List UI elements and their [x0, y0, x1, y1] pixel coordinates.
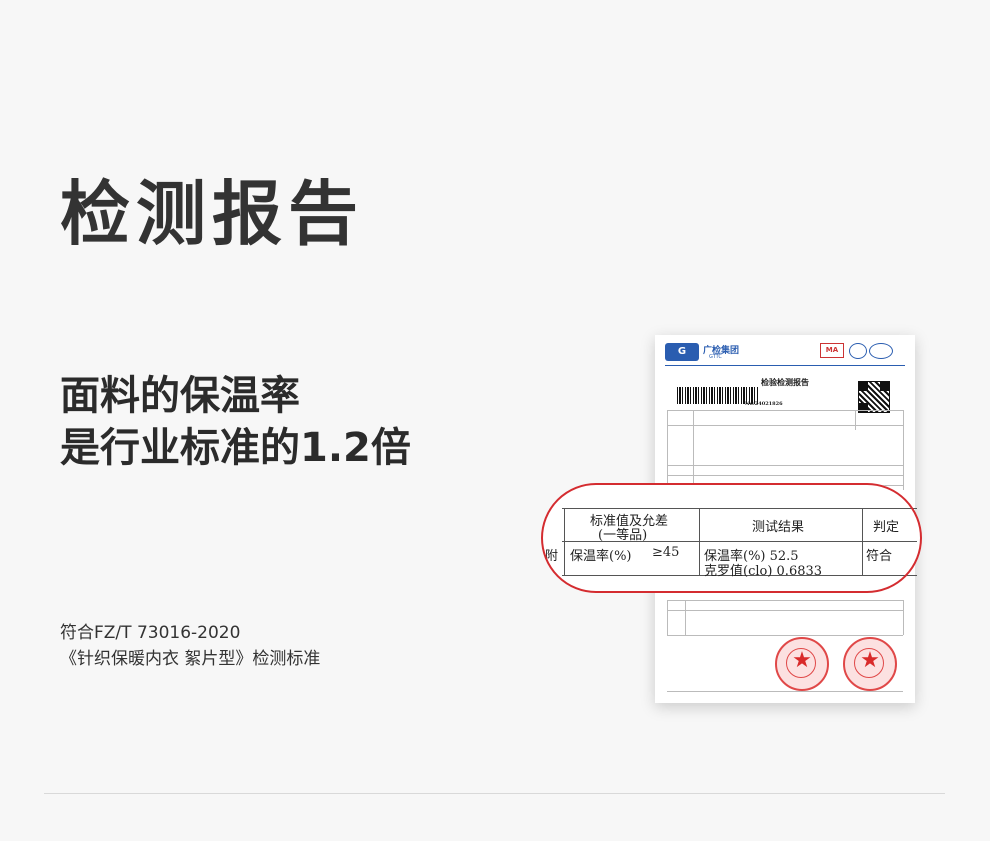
qr-code-icon: [858, 381, 890, 413]
official-seal-left: ★: [775, 637, 829, 691]
ilac-certification-icon: [849, 343, 867, 359]
table-rule: [903, 600, 904, 635]
page-title: 检测报告: [60, 173, 364, 255]
table-rule: [667, 635, 903, 636]
table-rule: [667, 600, 903, 601]
official-seal-right: ★: [843, 637, 897, 691]
zoom-highlight-ring: [541, 483, 922, 593]
footer-rule: [667, 691, 903, 692]
star-icon: ★: [860, 648, 880, 673]
standard-note-line-1: 符合FZ/T 73016-2020: [60, 623, 241, 643]
star-icon: ★: [792, 648, 812, 673]
report-number: No:24021826: [745, 401, 783, 407]
standard-note: 符合FZ/T 73016-2020 《针织保暖内衣 絮片型》检测标准: [60, 620, 320, 672]
headline-line-1: 面料的保温率: [60, 373, 300, 419]
table-rule: [903, 410, 904, 490]
table-rule: [667, 475, 903, 476]
bottom-divider: [44, 793, 945, 794]
headline-line-2: 是行业标准的1.2倍: [60, 425, 411, 471]
headline: 面料的保温率 是行业标准的1.2倍: [60, 370, 411, 474]
table-rule: [667, 410, 903, 411]
table-rule: [667, 610, 903, 611]
table-rule: [667, 410, 668, 490]
ma-certification-icon: MA: [820, 343, 844, 358]
table-rule: [855, 410, 856, 430]
standard-note-line-2: 《针织保暖内衣 絮片型》检测标准: [60, 649, 321, 669]
report-logo-sub: GTTC: [709, 354, 722, 360]
gttc-logo-icon: G: [665, 343, 699, 361]
table-rule: [667, 425, 903, 426]
table-rule: [693, 410, 694, 490]
table-rule: [685, 600, 686, 635]
table-rule: [667, 465, 903, 466]
cnas-certification-icon: [869, 343, 893, 359]
table-rule: [667, 600, 668, 635]
header-rule: [665, 365, 905, 366]
